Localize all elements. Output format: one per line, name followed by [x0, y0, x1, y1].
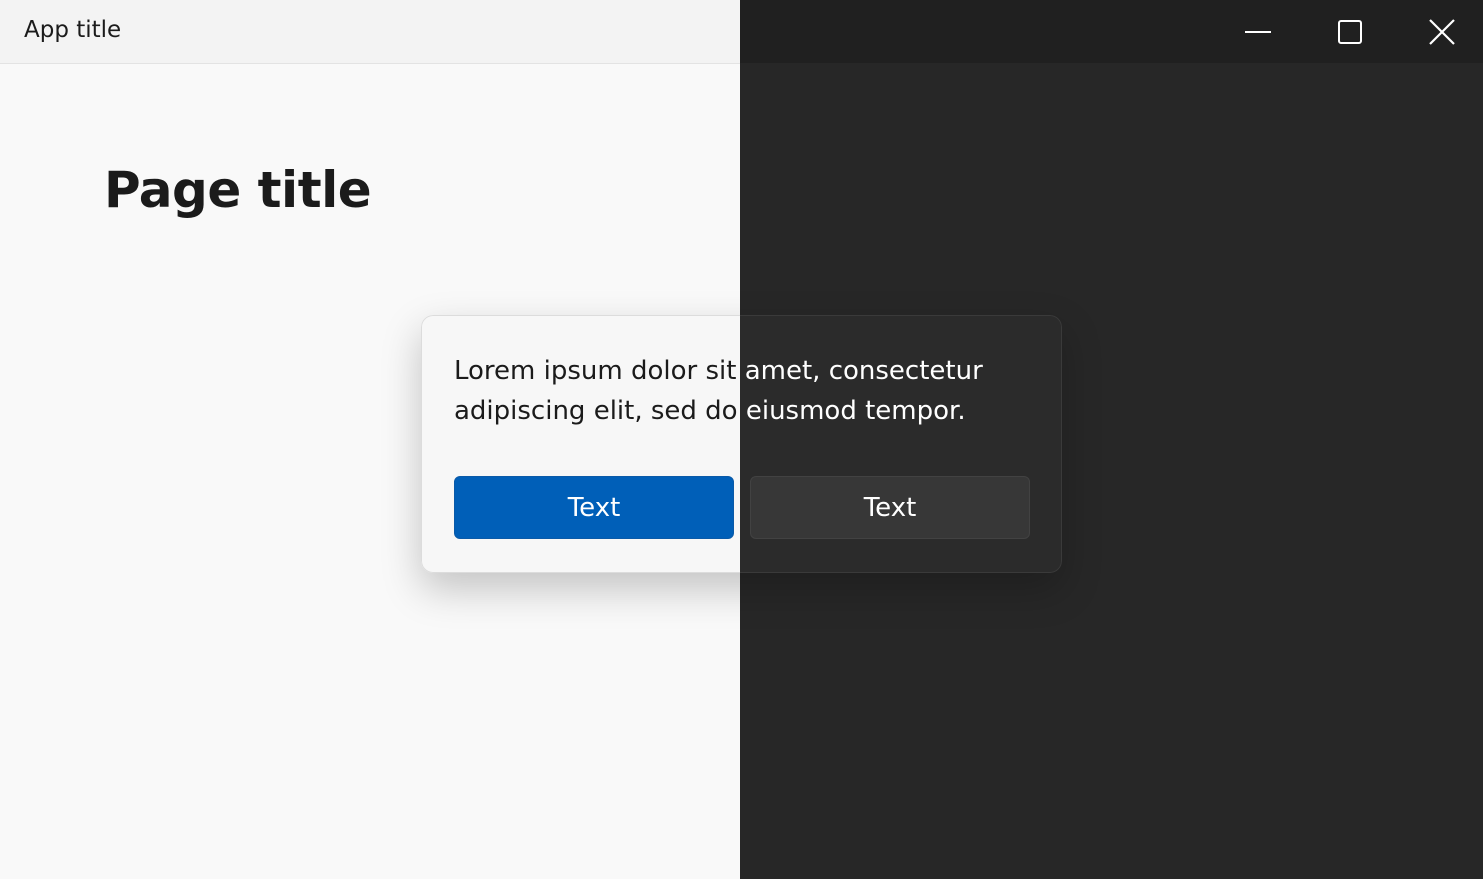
flyout-dialog: Lorem ipsum dolor sit amet, consectetur … — [421, 315, 1062, 573]
dialog-message: Lorem ipsum dolor sit amet, consectetur … — [454, 356, 740, 426]
dialog-message-dark: Lorem ipsum dolor sit amet, consectetur … — [740, 356, 983, 426]
title-bar[interactable]: App title — [0, 0, 740, 64]
maximize-button[interactable] — [1304, 0, 1396, 63]
close-button[interactable] — [1396, 0, 1483, 63]
minimize-icon — [1245, 30, 1271, 34]
maximize-icon — [1337, 19, 1363, 45]
primary-button-label: Text — [567, 492, 621, 523]
minimize-button[interactable] — [1212, 0, 1304, 63]
page-title: Page title — [104, 161, 372, 219]
secondary-button-label: Text — [863, 492, 917, 523]
close-icon — [1429, 18, 1455, 45]
secondary-button[interactable]: Text — [750, 476, 1030, 539]
app-title: App title — [24, 17, 122, 43]
window: App title Page title Lorem ipsum dolor s… — [0, 0, 1483, 879]
primary-button[interactable]: Text — [454, 476, 734, 539]
